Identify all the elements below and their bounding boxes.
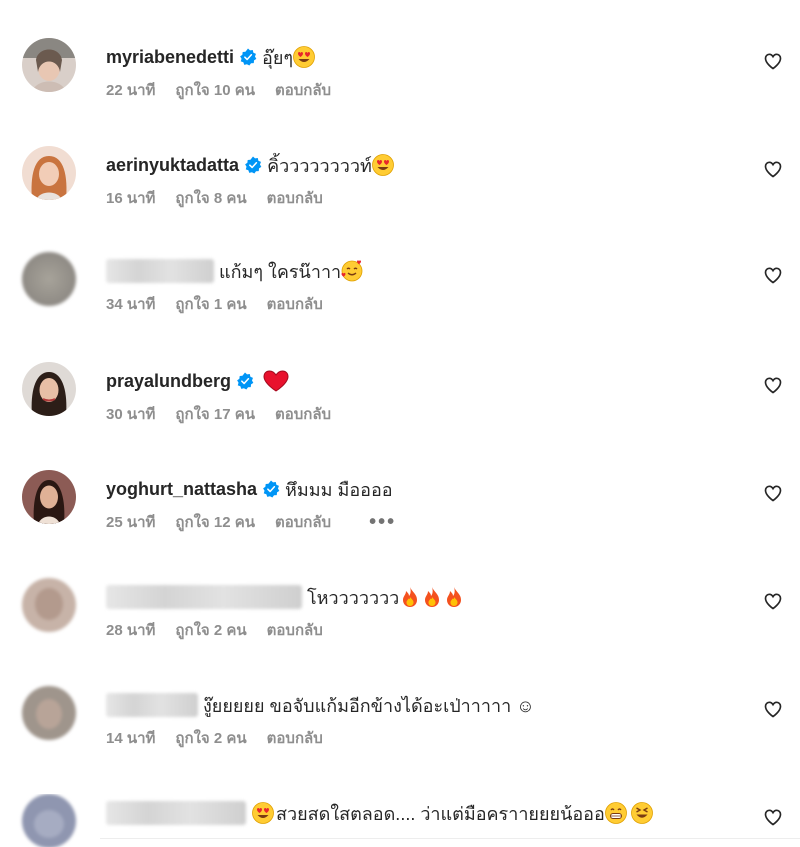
masked-username xyxy=(106,259,214,283)
avatar[interactable] xyxy=(22,578,76,632)
comment-text: สวยสดใสตลอด.... ว่าแต่มือคราายยยน้อออ xyxy=(276,803,605,824)
comment-username[interactable]: myriabenedetti xyxy=(106,47,234,68)
comment-text: งู๊ยยยยย ขอจับแก้มอีกข้างได้อะเป่าาาาา ☺ xyxy=(203,695,535,716)
comment-username[interactable]: prayalundberg xyxy=(106,371,231,392)
verified-badge-icon xyxy=(263,480,280,498)
avatar[interactable] xyxy=(22,470,76,524)
verified-badge-icon xyxy=(245,156,262,174)
avatar[interactable] xyxy=(22,146,76,200)
comment-line: สวยสดใสตลอด.... ว่าแต่มือคราายยยน้อออ xyxy=(106,798,653,828)
reply-button[interactable]: ตอบกลับ xyxy=(275,402,331,426)
heart-eyes-emoji-icon xyxy=(371,154,394,176)
comment-line: prayalundberg xyxy=(106,366,289,396)
avatar[interactable] xyxy=(22,686,76,740)
avatar[interactable] xyxy=(22,362,76,416)
comment-time: 28 นาที xyxy=(106,622,156,639)
comment-item: สวยสดใสตลอด.... ว่าแต่มือคราายยยน้อออ xyxy=(0,794,800,847)
heart-eyes-emoji-icon xyxy=(293,46,315,68)
divider xyxy=(100,838,800,839)
comment-meta: 28 นาที ถูกใจ 2 คน ตอบกลับ xyxy=(106,618,343,642)
comment-line: แก้มๆ ใครน๊าาา xyxy=(106,256,363,286)
more-options-button[interactable]: ••• xyxy=(369,511,396,534)
like-heart-icon[interactable] xyxy=(763,591,783,611)
comment-item: myriabenedetti อุ๊ยๆ 22 นาที ถูกใจ 10 คน… xyxy=(0,38,800,146)
avatar[interactable] xyxy=(22,794,76,847)
fire-emoji-icon xyxy=(425,587,440,607)
comment-item: โหววววววว 28 นาที ถูกใจ 2 คน ตอบกลับ xyxy=(0,578,800,686)
masked-username xyxy=(106,585,302,609)
comment-line: myriabenedetti อุ๊ยๆ xyxy=(106,42,315,72)
fire-emoji-icon xyxy=(403,587,418,607)
comment-likes[interactable]: ถูกใจ 2 คน xyxy=(175,618,246,642)
squinting-laugh-emoji-icon xyxy=(630,802,653,824)
comment-item: prayalundberg 30 นาที ถูกใจ 17 คน ตอบกลั… xyxy=(0,362,800,470)
avatar[interactable] xyxy=(22,38,76,92)
masked-username xyxy=(106,693,198,717)
comment-time: 34 นาที xyxy=(106,296,156,313)
comment-time: 30 นาที xyxy=(106,406,156,423)
avatar[interactable] xyxy=(22,252,76,306)
comment-time: 22 นาที xyxy=(106,82,156,99)
comment-text: อุ๊ยๆ xyxy=(262,47,294,68)
comment-likes[interactable]: ถูกใจ 17 คน xyxy=(175,402,255,426)
comment-item: aerinyuktadatta คิ้ววววววววท์ 16 นาที ถู… xyxy=(0,146,800,254)
comment-username[interactable]: aerinyuktadatta xyxy=(106,155,239,176)
verified-badge-icon xyxy=(237,372,254,390)
comment-item: งู๊ยยยยย ขอจับแก้มอีกข้างได้อะเป่าาาาา ☺… xyxy=(0,686,800,794)
comment-time: 25 นาที xyxy=(106,514,156,531)
comment-likes[interactable]: ถูกใจ 12 คน xyxy=(175,510,255,534)
comment-item: yoghurt_nattasha หึมมม มืออออ 25 นาที ถู… xyxy=(0,470,800,578)
reply-button[interactable]: ตอบกลับ xyxy=(267,726,323,750)
comment-meta: 25 นาที ถูกใจ 12 คน ตอบกลับ ••• xyxy=(106,510,416,534)
like-heart-icon[interactable] xyxy=(763,483,783,503)
comment-time: 14 นาที xyxy=(106,730,156,747)
reply-button[interactable]: ตอบกลับ xyxy=(275,510,331,534)
comment-meta: 22 นาที ถูกใจ 10 คน ตอบกลับ xyxy=(106,78,351,102)
like-heart-icon[interactable] xyxy=(763,159,783,179)
comment-item: แก้มๆ ใครน๊าาา 34 นาที ถูกใจ 1 คน ตอบกลั… xyxy=(0,252,800,360)
reply-button[interactable]: ตอบกลับ xyxy=(267,186,323,210)
comment-text: คิ้ววววววววท์ xyxy=(267,155,372,176)
grinning-face-emoji-icon xyxy=(604,802,627,824)
comment-line: yoghurt_nattasha หึมมม มืออออ xyxy=(106,474,393,504)
comment-line: aerinyuktadatta คิ้ววววววววท์ xyxy=(106,150,394,180)
comment-time: 16 นาที xyxy=(106,190,156,207)
comment-meta: 34 นาที ถูกใจ 1 คน ตอบกลับ xyxy=(106,292,343,316)
comment-likes[interactable]: ถูกใจ 1 คน xyxy=(175,292,246,316)
comment-line: โหววววววว xyxy=(106,582,465,612)
comment-text: หึมมม มืออออ xyxy=(285,479,393,500)
reply-button[interactable]: ตอบกลับ xyxy=(267,618,323,642)
red-heart-emoji-icon xyxy=(263,370,289,392)
comment-username[interactable]: yoghurt_nattasha xyxy=(106,479,257,500)
comment-likes[interactable]: ถูกใจ 10 คน xyxy=(175,78,255,102)
heart-eyes-emoji-icon xyxy=(252,802,274,824)
fire-emoji-icon xyxy=(447,587,462,607)
comment-line: งู๊ยยยยย ขอจับแก้มอีกข้างได้อะเป่าาาาา ☺ xyxy=(106,690,535,720)
comment-meta: 14 นาที ถูกใจ 2 คน ตอบกลับ xyxy=(106,726,343,750)
verified-badge-icon xyxy=(240,48,257,66)
like-heart-icon[interactable] xyxy=(763,375,783,395)
smiling-face-with-hearts-emoji-icon xyxy=(341,260,363,282)
reply-button[interactable]: ตอบกลับ xyxy=(275,78,331,102)
comment-meta: 16 นาที ถูกใจ 8 คน ตอบกลับ xyxy=(106,186,343,210)
like-heart-icon[interactable] xyxy=(763,265,783,285)
like-heart-icon[interactable] xyxy=(763,51,783,71)
like-heart-icon[interactable] xyxy=(763,807,783,827)
comment-text: แก้มๆ ใครน๊าาา xyxy=(219,261,342,282)
comment-meta: 30 นาที ถูกใจ 17 คน ตอบกลับ xyxy=(106,402,351,426)
masked-username xyxy=(106,801,246,825)
comment-text: โหววววววว xyxy=(307,587,400,608)
like-heart-icon[interactable] xyxy=(763,699,783,719)
comment-likes[interactable]: ถูกใจ 2 คน xyxy=(175,726,246,750)
reply-button[interactable]: ตอบกลับ xyxy=(267,292,323,316)
comment-likes[interactable]: ถูกใจ 8 คน xyxy=(175,186,246,210)
